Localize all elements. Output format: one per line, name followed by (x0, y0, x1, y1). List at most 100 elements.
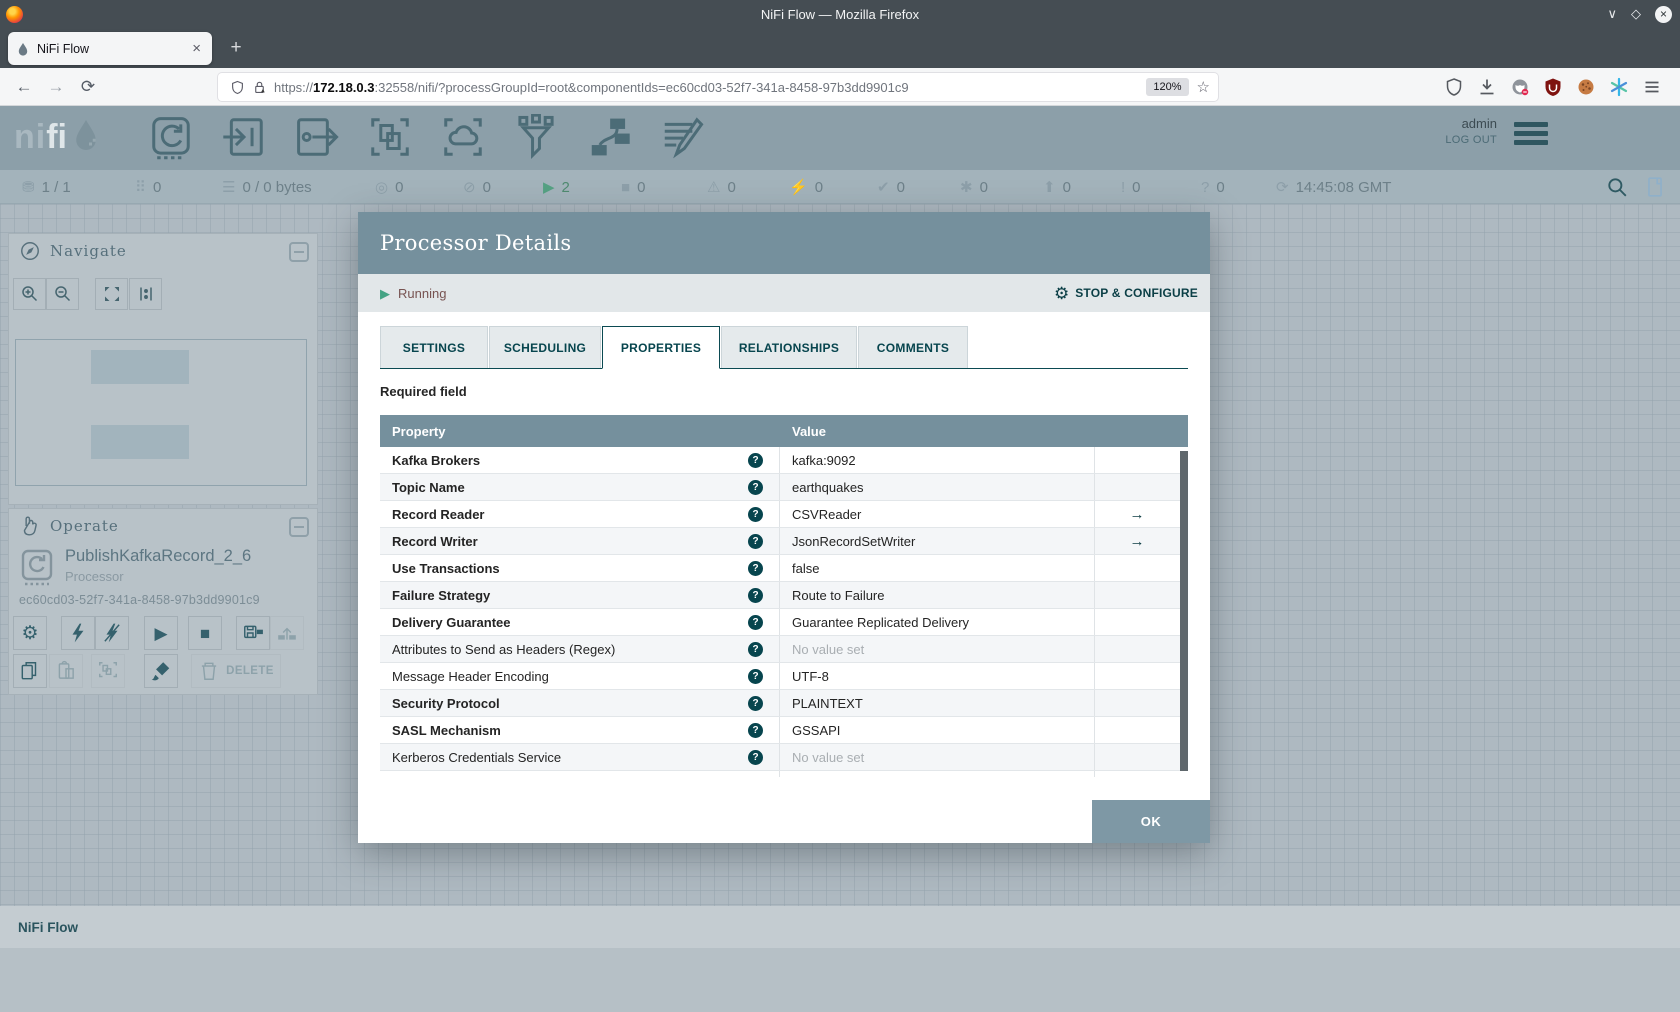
tab-properties[interactable]: PROPERTIES (602, 326, 720, 369)
browser-tab[interactable]: NiFi Flow × (8, 32, 212, 65)
group-button[interactable] (91, 654, 125, 688)
url-bar[interactable]: https://172.18.0.3:32558/nifi/?processGr… (218, 73, 1218, 101)
breadcrumb[interactable]: NiFi Flow (18, 920, 78, 935)
reload-icon[interactable]: ⟳ (72, 73, 104, 101)
maximize-icon[interactable]: ◇ (1631, 6, 1641, 22)
status-refresh: ⟳ 14:45:08 GMT (1276, 178, 1392, 197)
protection-shield-icon[interactable] (1444, 77, 1464, 97)
global-menu-icon[interactable] (1514, 122, 1548, 149)
breadcrumb-bar: NiFi Flow (0, 906, 1680, 948)
ublock-icon[interactable] (1543, 77, 1563, 97)
help-icon[interactable]: ? (748, 749, 763, 765)
zoom-level-badge[interactable]: 120% (1146, 78, 1189, 96)
help-icon[interactable]: ? (748, 560, 763, 576)
paste-button[interactable] (49, 654, 83, 688)
property-row: Security Protocol? PLAINTEXT (380, 690, 1188, 717)
bottom-area (0, 948, 1680, 1012)
copy-button[interactable] (13, 654, 47, 688)
column-value: Value (792, 423, 826, 439)
tool-remote-process-group[interactable] (440, 114, 486, 160)
properties-table-header: Property Value (380, 415, 1188, 447)
close-tab-icon[interactable]: × (189, 40, 204, 57)
zoom-in-button[interactable] (13, 278, 46, 310)
help-icon[interactable]: ? (748, 614, 763, 630)
birdseye-minimap[interactable] (15, 339, 307, 486)
property-name: Failure Strategy (392, 587, 491, 603)
tool-funnel[interactable] (513, 114, 559, 160)
help-icon[interactable]: ? (748, 452, 763, 468)
dialog-title: Processor Details (380, 231, 572, 255)
window-titlebar: NiFi Flow — Mozilla Firefox ∨ ◇ × (0, 0, 1680, 28)
help-icon[interactable]: ? (748, 587, 763, 603)
help-icon[interactable]: ? (748, 722, 763, 738)
new-tab-button[interactable]: + (222, 34, 250, 62)
stop-and-configure-button[interactable]: ⚙ STOP & CONFIGURE (1054, 285, 1198, 302)
url-text[interactable]: https://172.18.0.3:32558/nifi/?processGr… (274, 80, 1146, 95)
extension-asterisk-icon[interactable] (1609, 77, 1629, 97)
account-mask-icon[interactable] (1510, 77, 1530, 97)
help-icon[interactable]: ? (748, 668, 763, 684)
dialog-tabs: SETTINGS SCHEDULING PROPERTIES RELATIONSHIP… (380, 326, 1188, 369)
zoom-out-button[interactable] (46, 278, 79, 310)
tool-template[interactable] (586, 114, 632, 160)
property-row: Kerberos Credentials Service? No value se… (380, 744, 1188, 771)
status-transmitting: ◎ 0 (375, 178, 404, 197)
help-icon[interactable]: ? (748, 695, 763, 711)
delete-button[interactable]: DELETE (191, 654, 281, 688)
configure-button[interactable]: ⚙ (13, 616, 47, 650)
status-locally-modified-stale: ! 0 (1121, 178, 1141, 196)
table-scrollbar[interactable] (1180, 451, 1188, 771)
property-row: SASL Mechanism? GSSAPI (380, 717, 1188, 744)
shield-icon[interactable] (226, 80, 248, 95)
tool-input-port[interactable] (221, 114, 267, 160)
ok-button[interactable]: OK (1092, 800, 1210, 843)
help-icon[interactable]: ? (748, 479, 763, 495)
collapse-navigate-icon[interactable] (289, 242, 309, 262)
processor-stamp-icon (17, 547, 57, 587)
close-window-icon[interactable]: × (1655, 5, 1672, 23)
forward-icon[interactable]: → (40, 73, 72, 101)
tool-process-group[interactable] (367, 114, 413, 160)
minimize-icon[interactable]: ∨ (1607, 6, 1617, 22)
property-name: Record Writer (392, 533, 478, 549)
logout-link[interactable]: LOG OUT (1445, 134, 1497, 146)
upload-template-button[interactable] (270, 616, 304, 650)
help-icon[interactable]: ? (748, 641, 763, 657)
collapse-operate-icon[interactable] (289, 517, 309, 537)
lock-icon[interactable] (248, 80, 270, 95)
tab-scheduling[interactable]: SCHEDULING (489, 326, 601, 368)
tool-output-port[interactable] (294, 114, 340, 160)
start-button[interactable]: ▶ (144, 616, 178, 650)
tab-comments[interactable]: COMMENTS (858, 326, 968, 368)
goto-service-icon[interactable]: → (1130, 533, 1145, 550)
menu-icon[interactable] (1642, 77, 1662, 97)
help-icon[interactable]: ? (748, 506, 763, 522)
help-icon[interactable]: ? (748, 776, 763, 777)
property-value: Guarantee Replicated Delivery (792, 614, 970, 630)
stop-button[interactable]: ■ (188, 616, 222, 650)
disable-button[interactable] (95, 616, 129, 650)
property-name: Kerberos Credentials Service (392, 749, 562, 765)
color-button[interactable] (144, 654, 178, 688)
tab-relationships[interactable]: RELATIONSHIPS (721, 326, 857, 368)
help-icon[interactable]: ? (748, 533, 763, 549)
zoom-actual-button[interactable] (129, 278, 162, 310)
compass-icon (19, 240, 41, 262)
save-template-button[interactable] (236, 616, 270, 650)
search-icon[interactable] (1606, 176, 1628, 198)
back-icon[interactable]: ← (8, 73, 40, 101)
bookmark-star-icon[interactable]: ☆ (1197, 78, 1210, 96)
goto-service-icon[interactable]: → (1130, 506, 1145, 523)
tool-processor[interactable] (148, 114, 194, 160)
property-row: Kerberos Service Name? No value set (380, 771, 1188, 777)
bulletin-panel-icon[interactable] (1644, 176, 1666, 198)
status-stopped: ■ 0 (621, 178, 646, 196)
tool-label[interactable] (659, 114, 705, 160)
dialog-header: Processor Details (358, 212, 1210, 274)
cookie-icon[interactable] (1576, 77, 1596, 97)
zoom-fit-button[interactable] (95, 278, 128, 310)
tab-settings[interactable]: SETTINGS (380, 326, 488, 368)
download-icon[interactable] (1477, 77, 1497, 97)
enable-button[interactable] (61, 616, 95, 650)
url-path: :32558/nifi/?processGroupId=root&compone… (374, 79, 909, 95)
